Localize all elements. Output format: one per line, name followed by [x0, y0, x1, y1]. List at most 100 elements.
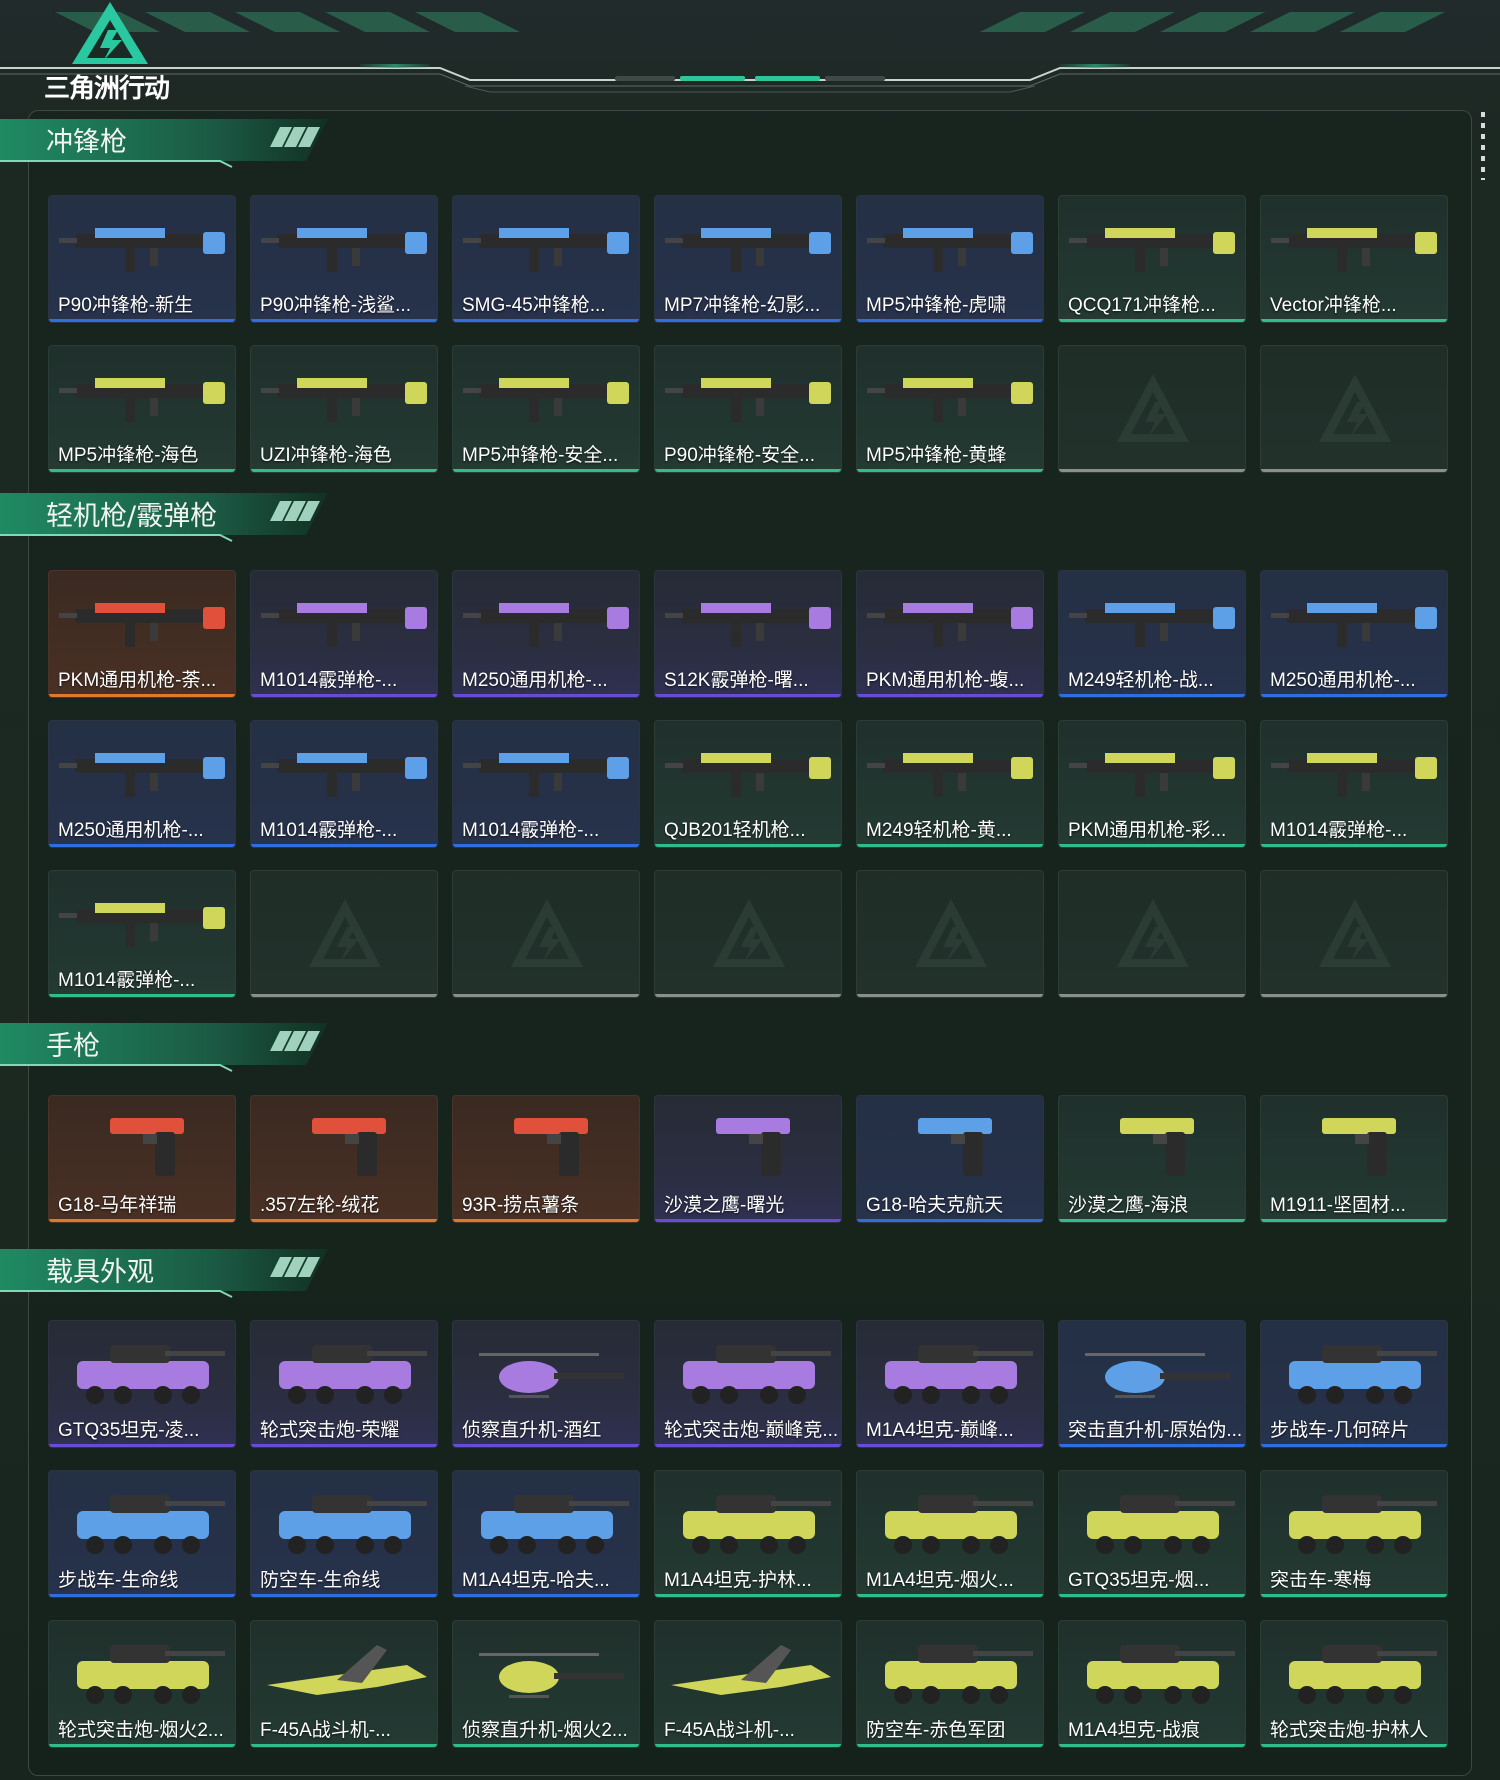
- rarity-bar: [1261, 1444, 1447, 1447]
- item-card[interactable]: 步战车-几何碎片: [1260, 1320, 1448, 1448]
- rarity-bar: [1059, 1594, 1245, 1597]
- lmg-icon: [867, 603, 1033, 647]
- item-name: 步战车-几何碎片: [1270, 1420, 1410, 1441]
- item-card[interactable]: 突击车-寒梅: [1260, 1470, 1448, 1598]
- item-card[interactable]: M1911-坚固材...: [1260, 1095, 1448, 1223]
- item-card[interactable]: MP5冲锋枪-虎啸: [856, 195, 1044, 323]
- item-card[interactable]: 突击直升机-原始伪...: [1058, 1320, 1246, 1448]
- item-card[interactable]: PKM通用机枪-蝮...: [856, 570, 1044, 698]
- item-card[interactable]: M1014霰弹枪-...: [1260, 720, 1448, 848]
- item-card[interactable]: PKM通用机枪-荼...: [48, 570, 236, 698]
- item-card[interactable]: M1014霰弹枪-...: [48, 870, 236, 998]
- item-card[interactable]: QCQ171冲锋枪...: [1058, 195, 1246, 323]
- rarity-bar: [453, 1219, 639, 1222]
- item-name: Vector冲锋枪...: [1270, 295, 1397, 316]
- item-card[interactable]: G18-马年祥瑞: [48, 1095, 236, 1223]
- item-card[interactable]: 轮式突击炮-烟火2...: [48, 1620, 236, 1748]
- item-card[interactable]: 轮式突击炮-护林人: [1260, 1620, 1448, 1748]
- section-title: 冲锋枪: [46, 127, 127, 158]
- item-card[interactable]: M1014霰弹枪-...: [250, 570, 438, 698]
- item-card[interactable]: .357左轮-绒花: [250, 1095, 438, 1223]
- empty-slot-icon: [1319, 899, 1391, 967]
- item-card[interactable]: 侦察直升机-酒红: [452, 1320, 640, 1448]
- item-card[interactable]: M250通用机枪-...: [1260, 570, 1448, 698]
- item-card[interactable]: F-45A战斗机-...: [250, 1620, 438, 1748]
- item-name: M1A4坦克-护林...: [664, 1570, 812, 1591]
- item-card[interactable]: M250通用机枪-...: [452, 570, 640, 698]
- scrollbar-indicator[interactable]: [1481, 112, 1485, 180]
- empty-slot-icon: [309, 899, 381, 967]
- game-logo-icon: [72, 2, 148, 64]
- empty-item-slot[interactable]: [1260, 870, 1448, 998]
- item-card[interactable]: 沙漠之鹰-曙光: [654, 1095, 842, 1223]
- item-card[interactable]: M249轻机枪-战...: [1058, 570, 1246, 698]
- item-card[interactable]: UZI冲锋枪-海色: [250, 345, 438, 473]
- item-name: M1014霰弹枪-...: [1270, 820, 1408, 841]
- item-card[interactable]: M1A4坦克-战痕: [1058, 1620, 1246, 1748]
- empty-item-slot[interactable]: [452, 870, 640, 998]
- item-name: GTQ35坦克-烟...: [1068, 1570, 1210, 1591]
- item-name: 突击直升机-原始伪...: [1068, 1420, 1241, 1441]
- item-card[interactable]: MP7冲锋枪-幻影...: [654, 195, 842, 323]
- ifv-icon: [1289, 1345, 1437, 1404]
- item-card[interactable]: GTQ35坦克-凌...: [48, 1320, 236, 1448]
- rarity-bar: [1261, 994, 1447, 997]
- armored-car-icon: [1289, 1645, 1437, 1704]
- item-card[interactable]: 侦察直升机-烟火2...: [452, 1620, 640, 1748]
- rarity-bar: [1059, 1744, 1245, 1747]
- item-card[interactable]: M1A4坦克-巅峰...: [856, 1320, 1044, 1448]
- rarity-bar: [1261, 1219, 1447, 1222]
- empty-item-slot[interactable]: [1058, 345, 1246, 473]
- item-card[interactable]: M1014霰弹枪-...: [452, 720, 640, 848]
- item-card[interactable]: P90冲锋枪-浅鲨...: [250, 195, 438, 323]
- jet-icon: [267, 1645, 427, 1695]
- item-card[interactable]: M1A4坦克-护林...: [654, 1470, 842, 1598]
- smg-icon: [867, 228, 1033, 272]
- rarity-bar: [857, 694, 1043, 697]
- item-card[interactable]: QJB201轻机枪...: [654, 720, 842, 848]
- empty-item-slot[interactable]: [1058, 870, 1246, 998]
- armored-car-icon: [77, 1645, 225, 1704]
- game-logo-text: 三角洲行动: [44, 74, 170, 104]
- item-card[interactable]: M249轻机枪-黄...: [856, 720, 1044, 848]
- item-card[interactable]: 轮式突击炮-荣耀: [250, 1320, 438, 1448]
- item-card[interactable]: MP5冲锋枪-安全...: [452, 345, 640, 473]
- item-name: M1014霰弹枪-...: [260, 820, 398, 841]
- item-name: M1014霰弹枪-...: [58, 970, 196, 991]
- item-card[interactable]: Vector冲锋枪...: [1260, 195, 1448, 323]
- item-card[interactable]: PKM通用机枪-彩...: [1058, 720, 1246, 848]
- item-card[interactable]: 轮式突击炮-巅峰竞...: [654, 1320, 842, 1448]
- section-header: 手枪: [0, 1017, 330, 1072]
- empty-item-slot[interactable]: [654, 870, 842, 998]
- item-card[interactable]: P90冲锋枪-安全...: [654, 345, 842, 473]
- smg-icon: [261, 228, 427, 272]
- rarity-bar: [453, 469, 639, 472]
- item-card[interactable]: P90冲锋枪-新生: [48, 195, 236, 323]
- item-card[interactable]: SMG-45冲锋枪...: [452, 195, 640, 323]
- item-name: 轮式突击炮-护林人: [1270, 1720, 1429, 1741]
- empty-item-slot[interactable]: [250, 870, 438, 998]
- item-card[interactable]: 防空车-赤色军团: [856, 1620, 1044, 1748]
- item-card[interactable]: M1014霰弹枪-...: [250, 720, 438, 848]
- item-card[interactable]: M1A4坦克-哈夫...: [452, 1470, 640, 1598]
- item-card[interactable]: 沙漠之鹰-海浪: [1058, 1095, 1246, 1223]
- item-name: QJB201轻机枪...: [664, 820, 806, 841]
- item-card[interactable]: 防空车-生命线: [250, 1470, 438, 1598]
- item-card[interactable]: S12K霰弹枪-曙...: [654, 570, 842, 698]
- item-card[interactable]: M250通用机枪-...: [48, 720, 236, 848]
- item-name: SMG-45冲锋枪...: [462, 295, 606, 316]
- rarity-bar: [49, 1594, 235, 1597]
- item-name: M249轻机枪-黄...: [866, 820, 1012, 841]
- item-card[interactable]: 93R-捞点薯条: [452, 1095, 640, 1223]
- item-name: M250通用机枪-...: [1270, 670, 1416, 691]
- item-card[interactable]: M1A4坦克-烟火...: [856, 1470, 1044, 1598]
- item-card[interactable]: MP5冲锋枪-黄蜂: [856, 345, 1044, 473]
- item-card[interactable]: GTQ35坦克-烟...: [1058, 1470, 1246, 1598]
- item-card[interactable]: G18-哈夫克航天: [856, 1095, 1044, 1223]
- empty-item-slot[interactable]: [856, 870, 1044, 998]
- item-card[interactable]: 步战车-生命线: [48, 1470, 236, 1598]
- item-card[interactable]: MP5冲锋枪-海色: [48, 345, 236, 473]
- empty-item-slot[interactable]: [1260, 345, 1448, 473]
- section-header: 载具外观: [0, 1243, 330, 1298]
- item-card[interactable]: F-45A战斗机-...: [654, 1620, 842, 1748]
